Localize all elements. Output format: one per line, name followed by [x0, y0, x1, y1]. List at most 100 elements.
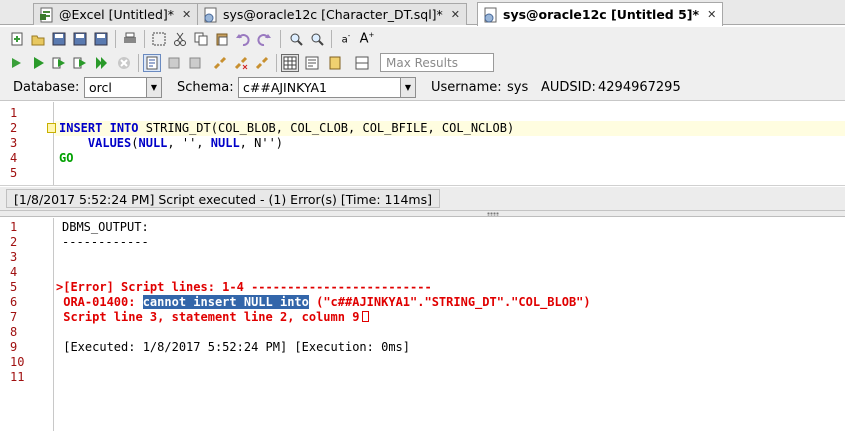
font-increase-icon[interactable]: A+	[358, 30, 376, 48]
format-icon[interactable]	[165, 54, 183, 72]
excel-doc-icon	[39, 7, 55, 23]
line-number: 5	[10, 280, 18, 294]
tab-label: sys@oracle12c [Character_DT.sql]*	[223, 7, 443, 22]
database-label: Database:	[13, 80, 80, 95]
line-number: 2	[10, 121, 18, 135]
keyword: VALUES	[87, 136, 132, 150]
keyword: NULL	[138, 136, 168, 150]
database-value: orcl	[89, 80, 112, 95]
sql-doc-icon	[483, 7, 499, 23]
audsid-label: AUDSID:	[541, 80, 596, 95]
keyword: NULL	[210, 136, 240, 150]
schema-value: c##AJINKYA1	[243, 80, 328, 95]
code-line-3: VALUES(NULL, '', NULL, N'')	[59, 136, 283, 150]
execute-selection-icon[interactable]	[71, 54, 89, 72]
chevron-down-icon[interactable]: ▼	[400, 78, 415, 97]
database-select[interactable]: orcl ▼	[84, 77, 162, 98]
find-replace-icon[interactable]	[308, 30, 326, 48]
code-text: , '',	[167, 136, 211, 150]
max-results-input[interactable]: Max Results	[380, 53, 494, 72]
fold-marker-icon[interactable]	[47, 123, 56, 133]
ora-error-suffix: ("c##AJINKYA1"."STRING_DT"."COL_BLOB")	[308, 295, 591, 309]
save-as-icon[interactable]	[71, 30, 89, 48]
execute-current-icon[interactable]	[50, 54, 68, 72]
sql-editor[interactable]: 1 2 3 4 5 INSERT INTO STRING_DT(COL_BLOB…	[0, 102, 845, 186]
disconnect-icon[interactable]	[232, 54, 250, 72]
commit-icon[interactable]	[186, 54, 204, 72]
output-line-separator: ------------	[62, 235, 149, 249]
grid-results-icon[interactable]	[281, 54, 299, 72]
print-icon[interactable]	[121, 30, 139, 48]
tab-untitled-5[interactable]: sys@oracle12c [Untitled 5]* ✕	[477, 2, 724, 26]
open-folder-icon[interactable]	[29, 30, 47, 48]
line-number: 3	[10, 136, 18, 150]
find-icon[interactable]	[287, 30, 305, 48]
line-number: 7	[10, 310, 18, 324]
select-all-icon[interactable]	[150, 30, 168, 48]
cut-icon[interactable]	[171, 30, 189, 48]
status-message: [1/8/2017 5:52:24 PM] Script executed - …	[6, 189, 440, 208]
keyword: GO	[59, 151, 74, 165]
close-icon[interactable]: ✕	[707, 8, 716, 21]
script-location-text: Script line 3, statement line 2, column …	[56, 310, 360, 324]
execute-toolbar: Max Results	[0, 51, 845, 75]
redo-icon[interactable]	[255, 30, 273, 48]
splitter-grip-icon[interactable]	[487, 212, 499, 216]
tab-character-dt[interactable]: sys@oracle12c [Character_DT.sql]* ✕	[197, 3, 468, 25]
line-number: 9	[10, 340, 18, 354]
copy-icon[interactable]	[192, 30, 210, 48]
line-number: 10	[10, 355, 25, 369]
line-number: 2	[10, 235, 18, 249]
schema-select[interactable]: c##AJINKYA1 ▼	[238, 77, 416, 98]
save-all-icon[interactable]	[92, 30, 110, 48]
output-line-error-header: >[Error] Script lines: 1-4 -------------…	[56, 280, 432, 294]
save-icon[interactable]	[50, 30, 68, 48]
font-decrease-icon[interactable]: a-	[337, 30, 355, 48]
line-number: 4	[10, 265, 18, 279]
audsid-value: 4294967295	[598, 80, 681, 95]
output-line-dbms-header: DBMS_OUTPUT:	[62, 220, 149, 234]
results-panel-icon[interactable]	[353, 54, 371, 72]
keyword: INTO	[109, 121, 139, 135]
chevron-down-icon[interactable]: ▼	[146, 78, 161, 97]
execute-explain-icon[interactable]	[8, 54, 26, 72]
stop-icon[interactable]	[115, 54, 133, 72]
sql-doc-icon	[203, 7, 219, 23]
tab-label: @Excel [Untitled]*	[59, 7, 175, 22]
close-icon[interactable]: ✕	[451, 8, 460, 21]
tab-excel-untitled[interactable]: @Excel [Untitled]* ✕	[33, 3, 199, 25]
editor-gutter: 1 2 3 4 5	[0, 102, 54, 185]
transaction-icon[interactable]	[253, 54, 271, 72]
execute-all-icon[interactable]	[92, 54, 110, 72]
pane-splitter[interactable]	[0, 211, 845, 217]
export-icon[interactable]	[326, 54, 344, 72]
line-number: 11	[10, 370, 25, 384]
text-results-icon[interactable]	[303, 54, 321, 72]
output-line-script-location: Script line 3, statement line 2, column …	[56, 310, 370, 324]
close-icon[interactable]: ✕	[182, 8, 191, 21]
output-line-ora-error: ORA-01400: cannot insert NULL into ("c##…	[56, 295, 591, 309]
code-text: (	[131, 136, 139, 150]
username-label: Username:	[431, 80, 502, 95]
output-panel[interactable]: 1 2 3 4 5 6 7 8 9 10 11 DBMS_OUTPUT: ---…	[0, 218, 845, 431]
line-number: 3	[10, 250, 18, 264]
line-number: 6	[10, 295, 18, 309]
execute-icon[interactable]	[29, 54, 47, 72]
tab-label: sys@oracle12c [Untitled 5]*	[503, 7, 700, 22]
output-gutter: 1 2 3 4 5 6 7 8 9 10 11	[0, 218, 54, 431]
code-text: STRING_DT(COL_BLOB, COL_CLOB, COL_BFILE,…	[138, 121, 515, 135]
new-file-icon[interactable]	[8, 30, 26, 48]
selected-text: cannot insert NULL into	[142, 295, 309, 309]
code-line-4: GO	[59, 151, 73, 165]
script-mode-icon[interactable]	[143, 54, 161, 72]
keyword: INSERT	[59, 121, 103, 135]
line-number: 5	[10, 166, 18, 180]
connection-bar: Database: orcl ▼ Schema: c##AJINKYA1 ▼ U…	[0, 75, 845, 101]
paste-icon[interactable]	[213, 30, 231, 48]
main-toolbar: a- A+	[0, 27, 845, 51]
connect-icon[interactable]	[211, 54, 229, 72]
editor-tab-bar: @Excel [Untitled]* ✕ sys@oracle12c [Char…	[0, 0, 845, 26]
undo-icon[interactable]	[234, 30, 252, 48]
schema-label: Schema:	[177, 80, 234, 95]
